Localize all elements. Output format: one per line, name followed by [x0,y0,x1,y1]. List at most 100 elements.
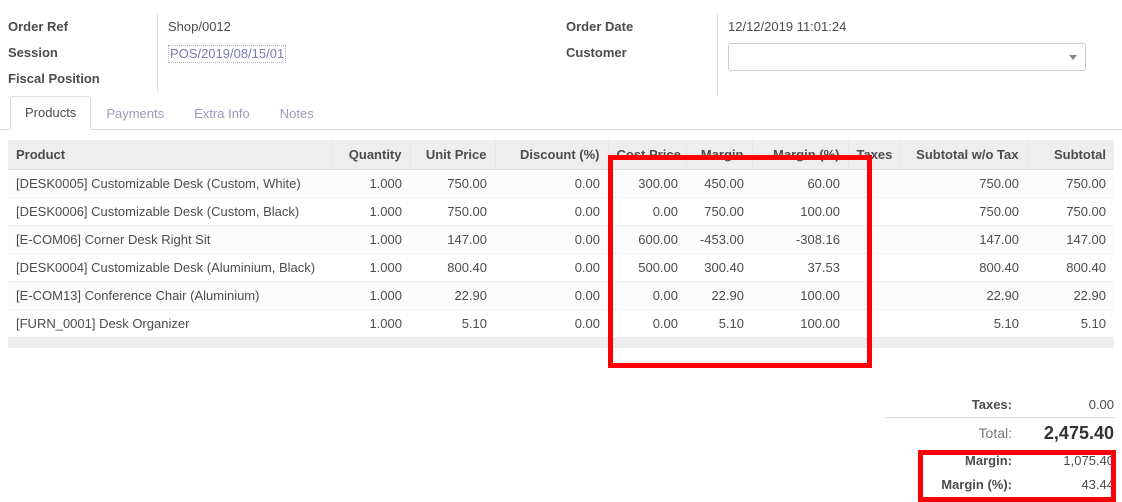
table-row[interactable]: [DESK0005] Customizable Desk (Custom, Wh… [8,169,1114,198]
totals-row-margin: Margin: 1,075.40 [886,448,1114,472]
cell-product[interactable]: [E-COM06] Corner Desk Right Sit [8,225,332,254]
cell-quantity[interactable]: 1.000 [332,197,410,226]
tab-products[interactable]: Products [10,96,92,130]
table-head: Product Quantity Unit Price Discount (%)… [8,140,1114,170]
cell-subtotal[interactable]: 800.40 [1027,253,1114,282]
order-lines-table: Product Quantity Unit Price Discount (%)… [8,140,1114,348]
cell-product[interactable]: [E-COM13] Conference Chair (Aluminium) [8,281,332,310]
cell-subtotal-wo-tax[interactable]: 22.90 [900,281,1027,310]
totals-row-margin-pct: Margin (%): 43.44 [886,472,1114,496]
col-header-margin-pct[interactable]: Margin (%) [751,140,848,170]
cell-cost-price[interactable]: 600.00 [608,225,686,254]
col-header-quantity[interactable]: Quantity [331,140,410,170]
field-label-session: Session [8,45,58,60]
table-row[interactable]: [E-COM06] Corner Desk Right Sit 1.000 14… [8,225,1114,254]
field-value-fiscal-position[interactable] [157,66,558,92]
cell-subtotal-wo-tax[interactable]: 5.10 [900,309,1027,338]
col-header-subtotal[interactable]: Subtotal [1026,140,1114,170]
cell-margin-pct[interactable]: 60.00 [752,169,848,198]
cell-cost-price[interactable]: 0.00 [608,309,686,338]
cell-quantity[interactable]: 1.000 [332,309,410,338]
totals-label-taxes: Taxes: [971,397,1012,412]
col-header-unit-price[interactable]: Unit Price [409,140,495,170]
cell-subtotal[interactable]: 750.00 [1027,197,1114,226]
cell-margin[interactable]: 300.40 [686,253,752,282]
cell-quantity[interactable]: 1.000 [332,225,410,254]
cell-product[interactable]: [FURN_0001] Desk Organizer [8,309,332,338]
cell-taxes[interactable] [848,253,900,282]
field-value-order-date: 12/12/2019 11:01:24 [717,14,1118,40]
cell-product[interactable]: [DESK0006] Customizable Desk (Custom, Bl… [8,197,332,226]
cell-margin[interactable]: 750.00 [686,197,752,226]
cell-subtotal-wo-tax[interactable]: 750.00 [900,197,1027,226]
cell-discount[interactable]: 0.00 [495,309,608,338]
cell-taxes[interactable] [848,281,900,310]
header-right-filler [558,70,1118,96]
cell-margin-pct[interactable]: 100.00 [752,281,848,310]
cell-unit-price[interactable]: 5.10 [410,309,495,338]
cell-discount[interactable]: 0.00 [495,253,608,282]
order-lines-container: Product Quantity Unit Price Discount (%)… [0,130,1122,348]
table-row[interactable]: [FURN_0001] Desk Organizer 1.000 5.10 0.… [8,309,1114,338]
cell-subtotal[interactable]: 22.90 [1027,281,1114,310]
cell-subtotal-wo-tax[interactable]: 147.00 [900,225,1027,254]
tab-extra-info[interactable]: Extra Info [179,97,265,130]
col-header-cost-price[interactable]: Cost Price [607,140,686,170]
cell-unit-price[interactable]: 800.40 [410,253,495,282]
cell-margin[interactable]: 5.10 [686,309,752,338]
table-foot [8,337,1114,348]
cell-subtotal[interactable]: 147.00 [1027,225,1114,254]
cell-quantity[interactable]: 1.000 [332,253,410,282]
table-row[interactable]: [E-COM13] Conference Chair (Aluminium) 1… [8,281,1114,310]
cell-discount[interactable]: 0.00 [495,225,608,254]
cell-margin[interactable]: 22.90 [686,281,752,310]
cell-taxes[interactable] [848,309,900,338]
cell-unit-price[interactable]: 147.00 [410,225,495,254]
cell-product[interactable]: [DESK0004] Customizable Desk (Aluminium,… [8,253,332,282]
cell-margin-pct[interactable]: 37.53 [752,253,848,282]
cell-subtotal-wo-tax[interactable]: 800.40 [900,253,1027,282]
cell-unit-price[interactable]: 750.00 [410,197,495,226]
cell-margin-pct[interactable]: 100.00 [752,309,848,338]
cell-taxes[interactable] [848,197,900,226]
totals-value-taxes: 0.00 [1088,397,1114,412]
cell-quantity[interactable]: 1.000 [332,169,410,198]
totals-panel: Taxes: 0.00 Total: 2,475.40 Margin: 1,07… [886,392,1114,496]
cell-taxes[interactable] [848,225,900,254]
cell-quantity[interactable]: 1.000 [332,281,410,310]
customer-select[interactable] [728,43,1086,71]
cell-margin-pct[interactable]: 100.00 [752,197,848,226]
session-link[interactable]: POS/2019/08/15/01 [168,45,287,63]
cell-subtotal[interactable]: 5.10 [1027,309,1114,338]
col-header-product[interactable]: Product [8,140,332,170]
cell-taxes[interactable] [848,169,900,198]
cell-cost-price[interactable]: 300.00 [608,169,686,198]
cell-cost-price[interactable]: 500.00 [608,253,686,282]
totals-label-margin: Margin: [965,452,1012,468]
header-right-column: Order Date 12/12/2019 11:01:24 Customer [558,14,1118,96]
cell-subtotal[interactable]: 750.00 [1027,169,1114,198]
table-row[interactable]: [DESK0004] Customizable Desk (Aluminium,… [8,253,1114,282]
cell-margin[interactable]: -453.00 [686,225,752,254]
cell-margin[interactable]: 450.00 [686,169,752,198]
col-header-discount[interactable]: Discount (%) [494,140,608,170]
cell-cost-price[interactable]: 0.00 [608,197,686,226]
col-header-margin[interactable]: Margin [685,140,752,170]
table-row[interactable]: [DESK0006] Customizable Desk (Custom, Bl… [8,197,1114,226]
field-value-spacer [717,70,1118,96]
cell-discount[interactable]: 0.00 [495,281,608,310]
cell-discount[interactable]: 0.00 [495,197,608,226]
tab-payments[interactable]: Payments [91,97,179,130]
cell-product[interactable]: [DESK0005] Customizable Desk (Custom, Wh… [8,169,332,198]
tab-notes[interactable]: Notes [265,97,329,130]
col-header-subtotal-wo-tax[interactable]: Subtotal w/o Tax [899,140,1027,170]
cell-discount[interactable]: 0.00 [495,169,608,198]
col-header-taxes[interactable]: Taxes [847,140,900,170]
cell-margin-pct[interactable]: -308.16 [752,225,848,254]
field-label-order-date: Order Date [566,19,634,34]
cell-cost-price[interactable]: 0.00 [608,281,686,310]
table-body: [DESK0005] Customizable Desk (Custom, Wh… [8,169,1114,338]
cell-unit-price[interactable]: 22.90 [410,281,495,310]
cell-unit-price[interactable]: 750.00 [410,169,495,198]
cell-subtotal-wo-tax[interactable]: 750.00 [900,169,1027,198]
